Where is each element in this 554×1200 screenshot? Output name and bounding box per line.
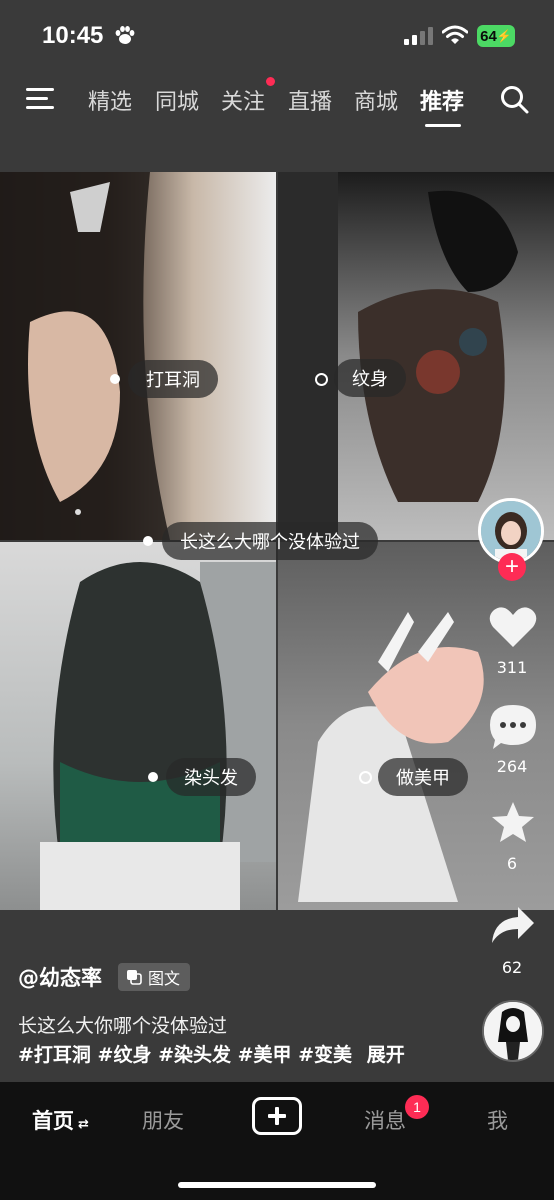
ear-illustration: [0, 172, 170, 540]
tab-messages[interactable]: 消息: [364, 1105, 406, 1135]
menu-icon[interactable]: [26, 88, 56, 110]
hair-illustration: [40, 562, 276, 910]
post-type-badge: 图文: [118, 963, 191, 991]
post-caption: 长这么大你哪个没体验过: [18, 1015, 228, 1037]
tag-dot: [148, 772, 158, 782]
plus-icon: [268, 1107, 286, 1125]
tab-featured[interactable]: 精选: [88, 84, 132, 116]
paw-icon: [115, 26, 135, 44]
tag-ear-piercing[interactable]: 打耳洞: [128, 360, 218, 398]
tag-nails[interactable]: 做美甲: [378, 758, 468, 796]
messages-badge: 1: [405, 1095, 429, 1119]
battery-level: 64: [480, 27, 497, 45]
wifi-icon: [442, 25, 468, 44]
search-icon[interactable]: [500, 85, 530, 115]
tag-tattoo[interactable]: 纹身: [334, 359, 406, 397]
expand-button[interactable]: 展开: [367, 1044, 405, 1066]
signal-icon: [404, 27, 433, 45]
avatar-image: [481, 501, 541, 561]
post-hashtags[interactable]: #打耳洞 #纹身 #染头发 #美甲 #变美 展开: [18, 1040, 405, 1067]
comment-icon[interactable]: [488, 703, 538, 751]
tab-local[interactable]: 同城: [155, 84, 199, 116]
tab-home[interactable]: 首页 ⇄: [32, 1105, 89, 1135]
tag-dot: [110, 374, 120, 384]
follow-button[interactable]: +: [498, 553, 526, 581]
favorite-count: 6: [506, 854, 518, 873]
music-avatar-image: [484, 1002, 542, 1060]
tab-mall[interactable]: 商城: [354, 84, 398, 116]
tab-following[interactable]: 关注: [221, 84, 265, 116]
battery-indicator: 64 ⚡: [477, 25, 515, 47]
comment-count: 264: [496, 757, 528, 776]
photo-ear-piercing[interactable]: [0, 172, 276, 540]
tag-dot: [359, 771, 372, 784]
tab-recommend[interactable]: 推荐: [420, 84, 464, 116]
active-tab-indicator: [425, 124, 461, 127]
tag-center[interactable]: 长这么大哪个没体验过: [162, 522, 378, 560]
post-type-label: 图文: [148, 969, 181, 988]
create-button[interactable]: [252, 1097, 302, 1135]
switch-icon: ⇄: [78, 1117, 89, 1132]
author-name[interactable]: @幼态率: [18, 962, 102, 992]
music-avatar[interactable]: [482, 1000, 544, 1062]
photo-tattoo[interactable]: [278, 172, 554, 540]
tab-live[interactable]: 直播: [288, 84, 332, 116]
tab-friends[interactable]: 朋友: [142, 1105, 184, 1135]
following-notification-dot: [266, 77, 275, 86]
home-indicator: [178, 1182, 376, 1188]
tab-home-label[interactable]: 首页: [32, 1109, 74, 1133]
like-count: 311: [496, 658, 528, 677]
share-count: 62: [501, 958, 523, 977]
tag-dot: [143, 536, 153, 546]
photo-hair-dye[interactable]: [0, 542, 276, 910]
tattoo-illustration: [278, 172, 518, 540]
heart-icon[interactable]: [488, 605, 538, 649]
status-time: 10:45: [42, 22, 104, 49]
tab-me[interactable]: 我: [487, 1105, 508, 1135]
charging-icon: ⚡: [496, 29, 512, 43]
tag-dot: [315, 373, 328, 386]
share-icon[interactable]: [490, 905, 536, 945]
tag-hair-dye[interactable]: 染头发: [166, 758, 256, 796]
star-icon[interactable]: [490, 800, 536, 844]
image-text-icon: [127, 970, 142, 985]
hashtag-list[interactable]: #打耳洞 #纹身 #染头发 #美甲 #变美: [18, 1044, 352, 1066]
